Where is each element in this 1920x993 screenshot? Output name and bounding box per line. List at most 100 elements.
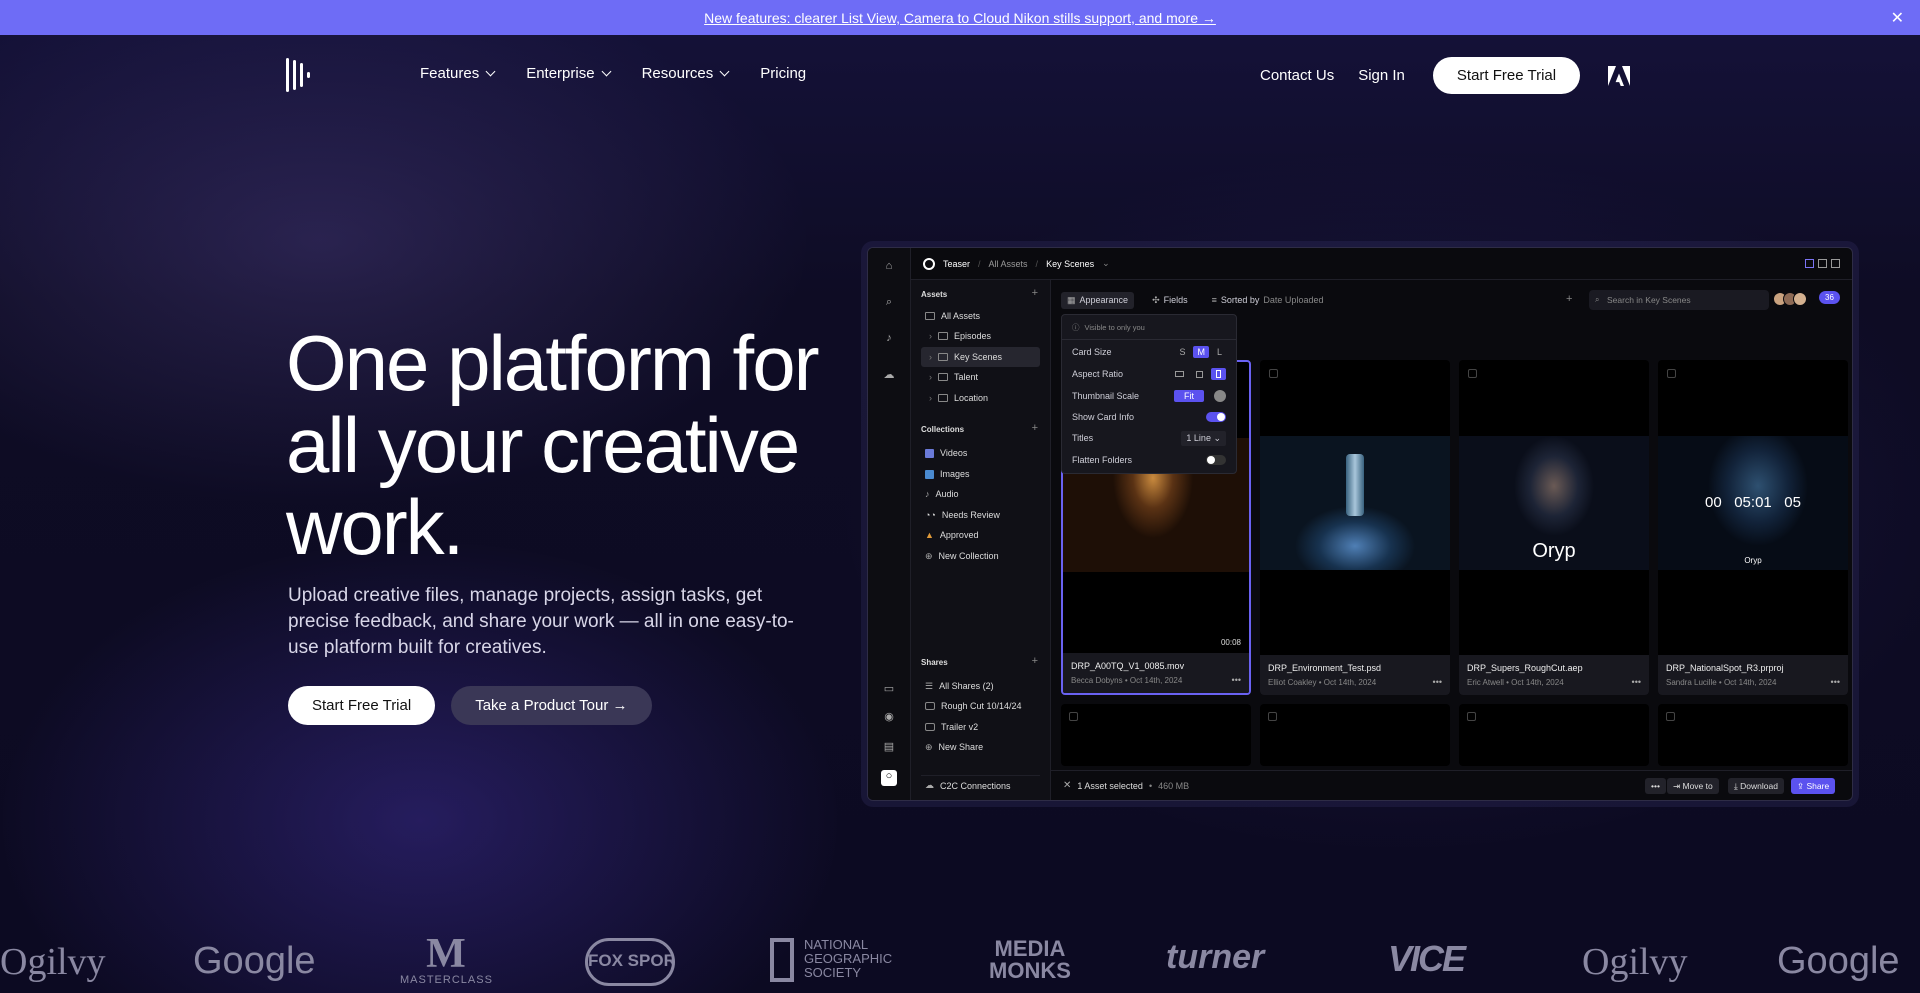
move-to-button[interactable]: ⇥ Move to — [1667, 778, 1719, 794]
breadcrumb-project[interactable]: Teaser — [943, 259, 970, 269]
collaborator-avatars[interactable] — [1773, 292, 1807, 306]
workspace-icon[interactable]: ○ — [881, 770, 897, 786]
sidebar-item-all-shares[interactable]: ☰ All Shares (2) — [921, 676, 1040, 696]
more-button[interactable]: ••• — [1645, 778, 1666, 794]
breadcrumb-current[interactable]: Key Scenes — [1046, 259, 1094, 269]
signin-link[interactable]: Sign In — [1358, 67, 1405, 84]
asset-card[interactable] — [1658, 704, 1848, 766]
asset-thumbnail: 00 05:01 05 Oryp — [1658, 436, 1848, 570]
search-icon[interactable]: ⌕ — [882, 296, 896, 310]
start-trial-button[interactable]: Start Free Trial — [1432, 57, 1581, 94]
add-asset-icon[interactable]: + — [1032, 287, 1038, 299]
hero-subtitle: Upload creative files, manage projects, … — [288, 585, 794, 658]
member-count-badge[interactable]: 36 — [1819, 291, 1840, 304]
add-icon[interactable]: + — [1566, 293, 1572, 305]
thumbnail-scale-row: Thumbnail Scale Fit — [1072, 388, 1226, 404]
size-medium[interactable]: M — [1193, 346, 1209, 358]
asset-card[interactable]: Oryp DRP_Supers_RoughCut.aep Eric Atwell … — [1459, 360, 1649, 695]
aspect-square-icon[interactable] — [1196, 370, 1203, 378]
sidebar-item-new-share[interactable]: ⊕ New Share — [921, 737, 1040, 757]
home-icon[interactable]: ⌂ — [882, 260, 896, 274]
appearance-button[interactable]: ▦ Appearance — [1061, 291, 1135, 309]
plus-icon: ⊕ — [925, 741, 933, 752]
aspect-portrait-icon[interactable] — [1211, 368, 1226, 380]
scale-fill-icon[interactable] — [1214, 390, 1226, 402]
contact-link[interactable]: Contact Us — [1260, 67, 1334, 84]
add-collection-icon[interactable]: + — [1032, 422, 1038, 434]
share-icon — [925, 702, 935, 710]
sidebar-item-needs-review[interactable]: ◔◔ Needs Review — [921, 505, 1040, 525]
layout-left-icon[interactable] — [1805, 259, 1814, 268]
lightbulb-icon[interactable]: ◉ — [882, 710, 896, 724]
flatten-toggle[interactable] — [1206, 455, 1226, 465]
select-checkbox[interactable] — [1667, 369, 1676, 378]
flatten-folders-row: Flatten Folders — [1072, 452, 1226, 468]
masterclass-logo: M MASTERCLASS — [400, 931, 493, 986]
layout-center-icon[interactable] — [1818, 259, 1827, 268]
download-button[interactable]: ⤓ Download — [1728, 778, 1784, 794]
sidebar-item-images[interactable]: Images — [921, 464, 1040, 484]
bell-icon[interactable]: ♪ — [882, 332, 896, 346]
info-icon: ⓘ — [1072, 322, 1080, 332]
sidebar-item-approved[interactable]: ▲ Approved — [921, 525, 1040, 545]
appearance-panel: ⓘ Visible to only you Card Size SML Aspec… — [1061, 314, 1237, 474]
select-checkbox[interactable] — [1269, 369, 1278, 378]
sidebar-item-location[interactable]: › Location — [921, 388, 1040, 408]
aspect-landscape-icon[interactable] — [1175, 371, 1184, 377]
scale-fit[interactable]: Fit — [1174, 390, 1204, 402]
sidebar-item-rough-cut[interactable]: Rough Cut 10/14/24 — [921, 696, 1040, 716]
sidebar-item-talent[interactable]: › Talent — [921, 367, 1040, 387]
sidebar-item-all-assets[interactable]: All Assets — [921, 306, 1040, 326]
hero-start-trial-button[interactable]: Start Free Trial — [288, 686, 436, 725]
titles-select[interactable]: 1 Line ⌄ — [1181, 430, 1226, 446]
inbox-icon[interactable]: ▤ — [882, 740, 896, 754]
card-info-toggle[interactable] — [1206, 412, 1226, 422]
size-large[interactable]: L — [1213, 346, 1226, 358]
clear-selection-icon[interactable]: ✕ — [1063, 780, 1071, 791]
nav-enterprise[interactable]: Enterprise — [526, 65, 612, 82]
nav-pricing[interactable]: Pricing — [760, 65, 806, 82]
adobe-icon[interactable] — [1608, 65, 1631, 86]
more-icon[interactable]: ••• — [1632, 677, 1641, 687]
asset-card[interactable]: DRP_Environment_Test.psd Elliot Coakley •… — [1260, 360, 1450, 695]
top-nav: Features Enterprise Resources Pricing Co… — [0, 35, 1920, 115]
sidebar-item-audio[interactable]: ♪ Audio — [921, 484, 1040, 504]
more-icon[interactable]: ••• — [1232, 675, 1241, 685]
more-icon[interactable]: ••• — [1831, 677, 1840, 687]
chat-icon[interactable]: ▭ — [882, 682, 896, 696]
chevron-down-icon — [719, 66, 730, 77]
asset-card[interactable]: 00 05:01 05 Oryp DRP_NationalSpot_R3.prpr… — [1658, 360, 1848, 695]
add-share-icon[interactable]: + — [1032, 655, 1038, 667]
announcement-link[interactable]: New features: clearer List View, Camera … — [704, 10, 1216, 26]
close-icon[interactable]: ✕ — [1891, 8, 1904, 28]
size-small[interactable]: S — [1175, 346, 1189, 358]
sidebar-item-key-scenes[interactable]: › Key Scenes — [921, 347, 1040, 367]
asset-card[interactable] — [1061, 704, 1251, 766]
select-checkbox[interactable] — [1468, 369, 1477, 378]
sidebar-item-c2c[interactable]: ☁ C2C Connections — [921, 775, 1040, 795]
nav-features[interactable]: Features — [420, 65, 496, 82]
cloud-icon[interactable]: ☁ — [882, 368, 896, 382]
asset-card[interactable] — [1459, 704, 1649, 766]
breadcrumb-all-assets[interactable]: All Assets — [989, 259, 1028, 269]
share-button[interactable]: ⇪ Share — [1791, 778, 1836, 794]
share-icon — [925, 723, 935, 731]
sidebar-item-trailer[interactable]: Trailer v2 — [921, 717, 1040, 737]
asset-thumbnail: Oryp — [1459, 436, 1649, 570]
chevron-down-icon[interactable]: ⌄ — [1102, 258, 1110, 269]
folder-icon — [925, 312, 935, 320]
fields-button[interactable]: ✣ Fields — [1146, 292, 1194, 309]
product-tour-button[interactable]: Take a Product Tour → — [451, 686, 652, 725]
sidebar-item-episodes[interactable]: › Episodes — [921, 326, 1040, 346]
logo[interactable] — [286, 57, 320, 93]
sidebar-item-new-collection[interactable]: ⊕ New Collection — [921, 546, 1040, 566]
sort-button[interactable]: ≡ Sorted by Date Uploaded — [1206, 292, 1330, 308]
chevron-down-icon — [601, 66, 612, 77]
sidebar-item-videos[interactable]: Videos — [921, 443, 1040, 463]
asset-card[interactable] — [1260, 704, 1450, 766]
nav-resources[interactable]: Resources — [642, 65, 730, 82]
audio-icon: ♪ — [925, 489, 930, 499]
layout-right-icon[interactable] — [1831, 259, 1840, 268]
more-icon[interactable]: ••• — [1433, 677, 1442, 687]
search-input[interactable]: Search in Key Scenes — [1589, 290, 1769, 310]
